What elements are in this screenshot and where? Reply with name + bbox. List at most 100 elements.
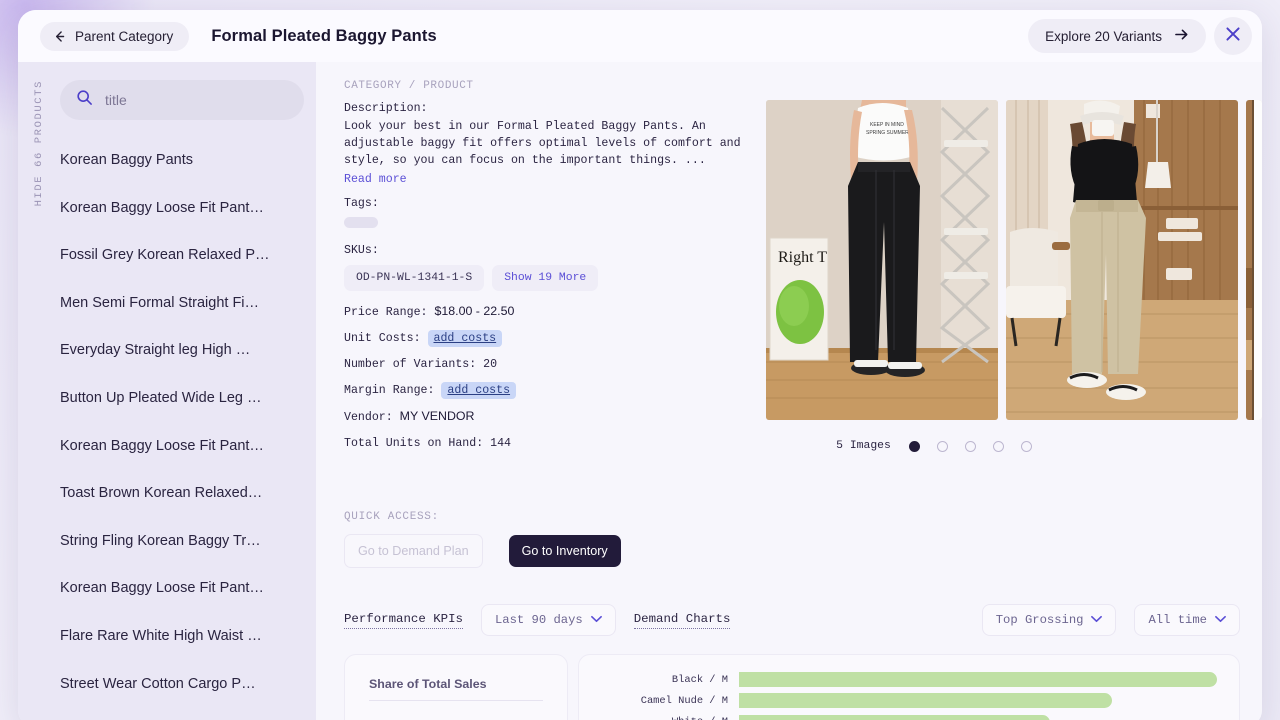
search-icon: [76, 89, 93, 111]
bar-chart-row: Black / M: [589, 671, 1217, 688]
list-item[interactable]: Toast Brown Korean Relaxed…: [60, 475, 304, 511]
list-item[interactable]: Korean Wide Leg Jogger Tro…: [60, 713, 304, 720]
product-image[interactable]: [1006, 100, 1238, 420]
skus-label: SKUs:: [344, 244, 379, 258]
tab-performance-kpis[interactable]: Performance KPIs: [344, 612, 463, 629]
header-actions: Explore 20 Variants: [1028, 17, 1252, 55]
tags-label: Tags:: [344, 197, 379, 211]
price-range-row: Price Range: $18.00 - 22.50: [344, 303, 744, 321]
analytics-toolbar: Performance KPIs Last 90 days Demand Cha…: [344, 604, 1240, 637]
list-item[interactable]: Men Semi Formal Straight Fi…: [60, 285, 304, 321]
bar[interactable]: [739, 693, 1112, 709]
vendor-value: MY VENDOR: [399, 409, 475, 424]
tab-demand-charts[interactable]: Demand Charts: [633, 612, 731, 629]
close-icon: [1224, 25, 1242, 48]
list-item[interactable]: Korean Baggy Pants: [60, 142, 304, 178]
bar-chart-rows: Black / MCamel Nude / MWhite / MBlack / …: [589, 671, 1217, 720]
sort-select[interactable]: Top Grossing: [981, 604, 1117, 637]
variants-label: Number of Variants:: [344, 358, 477, 372]
quick-access-section: QUICK ACCESS: Go to Demand Plan Go to In…: [316, 461, 1262, 569]
parent-category-label: Parent Category: [75, 28, 174, 44]
list-item[interactable]: Korean Baggy Loose Fit Pant…: [60, 570, 304, 606]
svg-text:SPRING SUMMER: SPRING SUMMER: [866, 130, 909, 136]
vendor-row: Vendor: MY VENDOR: [344, 408, 744, 426]
bar-track: [739, 672, 1217, 688]
description-label: Description:: [344, 102, 428, 115]
arrow-left-icon: [53, 30, 66, 43]
time-range-select[interactable]: All time: [1134, 604, 1240, 637]
chevron-down-icon: [1091, 613, 1103, 627]
product-gallery: Right T KEEP IN MIND SPRING SUMMER 5 Ima…: [744, 100, 1262, 461]
list-item[interactable]: Fossil Grey Korean Relaxed P…: [60, 237, 304, 273]
show-more-skus-button[interactable]: Show 19 More: [492, 265, 599, 292]
detail-top-row: Description: Look your best in our Forma…: [316, 100, 1262, 461]
go-to-inventory-button[interactable]: Go to Inventory: [508, 535, 621, 568]
read-more-link[interactable]: Read more: [344, 173, 407, 186]
gallery-dot[interactable]: [992, 440, 1004, 452]
margin-range-label: Margin Range:: [344, 384, 435, 398]
variants-row: Number of Variants: 20: [344, 356, 744, 373]
parent-category-button[interactable]: Parent Category: [40, 21, 190, 51]
sku-pill[interactable]: OD-PN-WL-1341-1-S: [344, 265, 485, 292]
chevron-down-icon: [1215, 613, 1226, 627]
quick-access-buttons: Go to Demand Plan Go to Inventory: [344, 534, 1262, 569]
search-input[interactable]: [105, 92, 288, 108]
list-item[interactable]: String Fling Korean Baggy Tr…: [60, 523, 304, 559]
hide-products-toggle[interactable]: HIDE 66 PRODUCTS: [18, 62, 60, 720]
gallery-dot[interactable]: [908, 440, 920, 452]
close-button[interactable]: [1214, 17, 1252, 55]
arrow-right-icon: [1174, 28, 1189, 44]
sort-select-value: Top Grossing: [995, 613, 1084, 628]
list-item[interactable]: Korean Baggy Loose Fit Pant…: [60, 190, 304, 226]
demand-bar-chart: Black / MCamel Nude / MWhite / MBlack / …: [578, 654, 1240, 720]
sku-row: OD-PN-WL-1341-1-S Show 19 More: [344, 265, 744, 292]
hide-products-label: HIDE 66 PRODUCTS: [33, 80, 45, 207]
bar[interactable]: [739, 714, 1050, 720]
svg-text:Right T: Right T: [778, 249, 827, 266]
add-unit-costs-link[interactable]: add costs: [427, 330, 503, 348]
add-margin-costs-link[interactable]: add costs: [441, 382, 517, 400]
modal-body: HIDE 66 PRODUCTS Korean Baggy Pants Kore…: [18, 62, 1262, 720]
description-text: Look your best in our Formal Pleated Bag…: [344, 120, 741, 167]
list-item[interactable]: Button Up Pleated Wide Leg …: [60, 380, 304, 416]
units-on-hand-label: Total Units on Hand:: [344, 437, 484, 451]
period-select-value: Last 90 days: [494, 613, 583, 628]
svg-text:KEEP IN MIND: KEEP IN MIND: [870, 122, 904, 128]
price-range-value: $18.00 - 22.50: [434, 304, 515, 319]
unit-costs-row: Unit Costs: add costs: [344, 330, 744, 348]
margin-range-row: Margin Range: add costs: [344, 382, 744, 400]
explore-variants-label: Explore 20 Variants: [1045, 28, 1162, 44]
products-list-column: Korean Baggy Pants Korean Baggy Loose Fi…: [60, 62, 316, 720]
bar-track: [739, 693, 1217, 709]
bar-label: Black / M: [671, 673, 728, 686]
chevron-down-icon: [590, 613, 602, 627]
gallery-strip: Right T KEEP IN MIND SPRING SUMMER: [766, 100, 1262, 420]
variants-value: 20: [483, 358, 498, 372]
gallery-dot[interactable]: [1020, 440, 1032, 452]
bar[interactable]: [739, 672, 1217, 688]
image-count-label: 5 Images: [836, 440, 891, 452]
time-range-select-value: All time: [1148, 613, 1207, 628]
analytics-cards: Share of Total Sales 0.5% Black / M Camel…: [344, 654, 1240, 720]
list-item[interactable]: Street Wear Cotton Cargo P…: [60, 666, 304, 702]
page-title: Formal Pleated Baggy Pants: [211, 26, 437, 45]
bar-label: Camel Nude / M: [640, 694, 728, 707]
gallery-dot[interactable]: [936, 440, 948, 452]
product-detail-pane: CATEGORY / PRODUCT Description: Look you…: [316, 62, 1262, 720]
product-metadata: Description: Look your best in our Forma…: [344, 100, 744, 461]
list-item[interactable]: Flare Rare White High Waist …: [60, 618, 304, 654]
gallery-dot[interactable]: [964, 440, 976, 452]
search-box[interactable]: [60, 80, 304, 120]
price-range-label: Price Range:: [344, 306, 428, 320]
list-item[interactable]: Korean Baggy Loose Fit Pant…: [60, 428, 304, 464]
product-image[interactable]: Right T KEEP IN MIND SPRING SUMMER: [766, 100, 998, 420]
period-select[interactable]: Last 90 days: [480, 604, 616, 637]
products-sidebar: HIDE 66 PRODUCTS Korean Baggy Pants Kore…: [18, 62, 316, 720]
go-to-demand-plan-button[interactable]: Go to Demand Plan: [344, 534, 483, 569]
analytics-section: Performance KPIs Last 90 days Demand Cha…: [316, 604, 1262, 720]
explore-variants-button[interactable]: Explore 20 Variants: [1028, 19, 1206, 53]
list-item[interactable]: Everyday Straight leg High …: [60, 332, 304, 368]
product-image[interactable]: [1246, 100, 1262, 420]
modal-header: Parent Category Formal Pleated Baggy Pan…: [18, 10, 1262, 62]
kpi-title: Share of Total Sales: [369, 677, 543, 702]
